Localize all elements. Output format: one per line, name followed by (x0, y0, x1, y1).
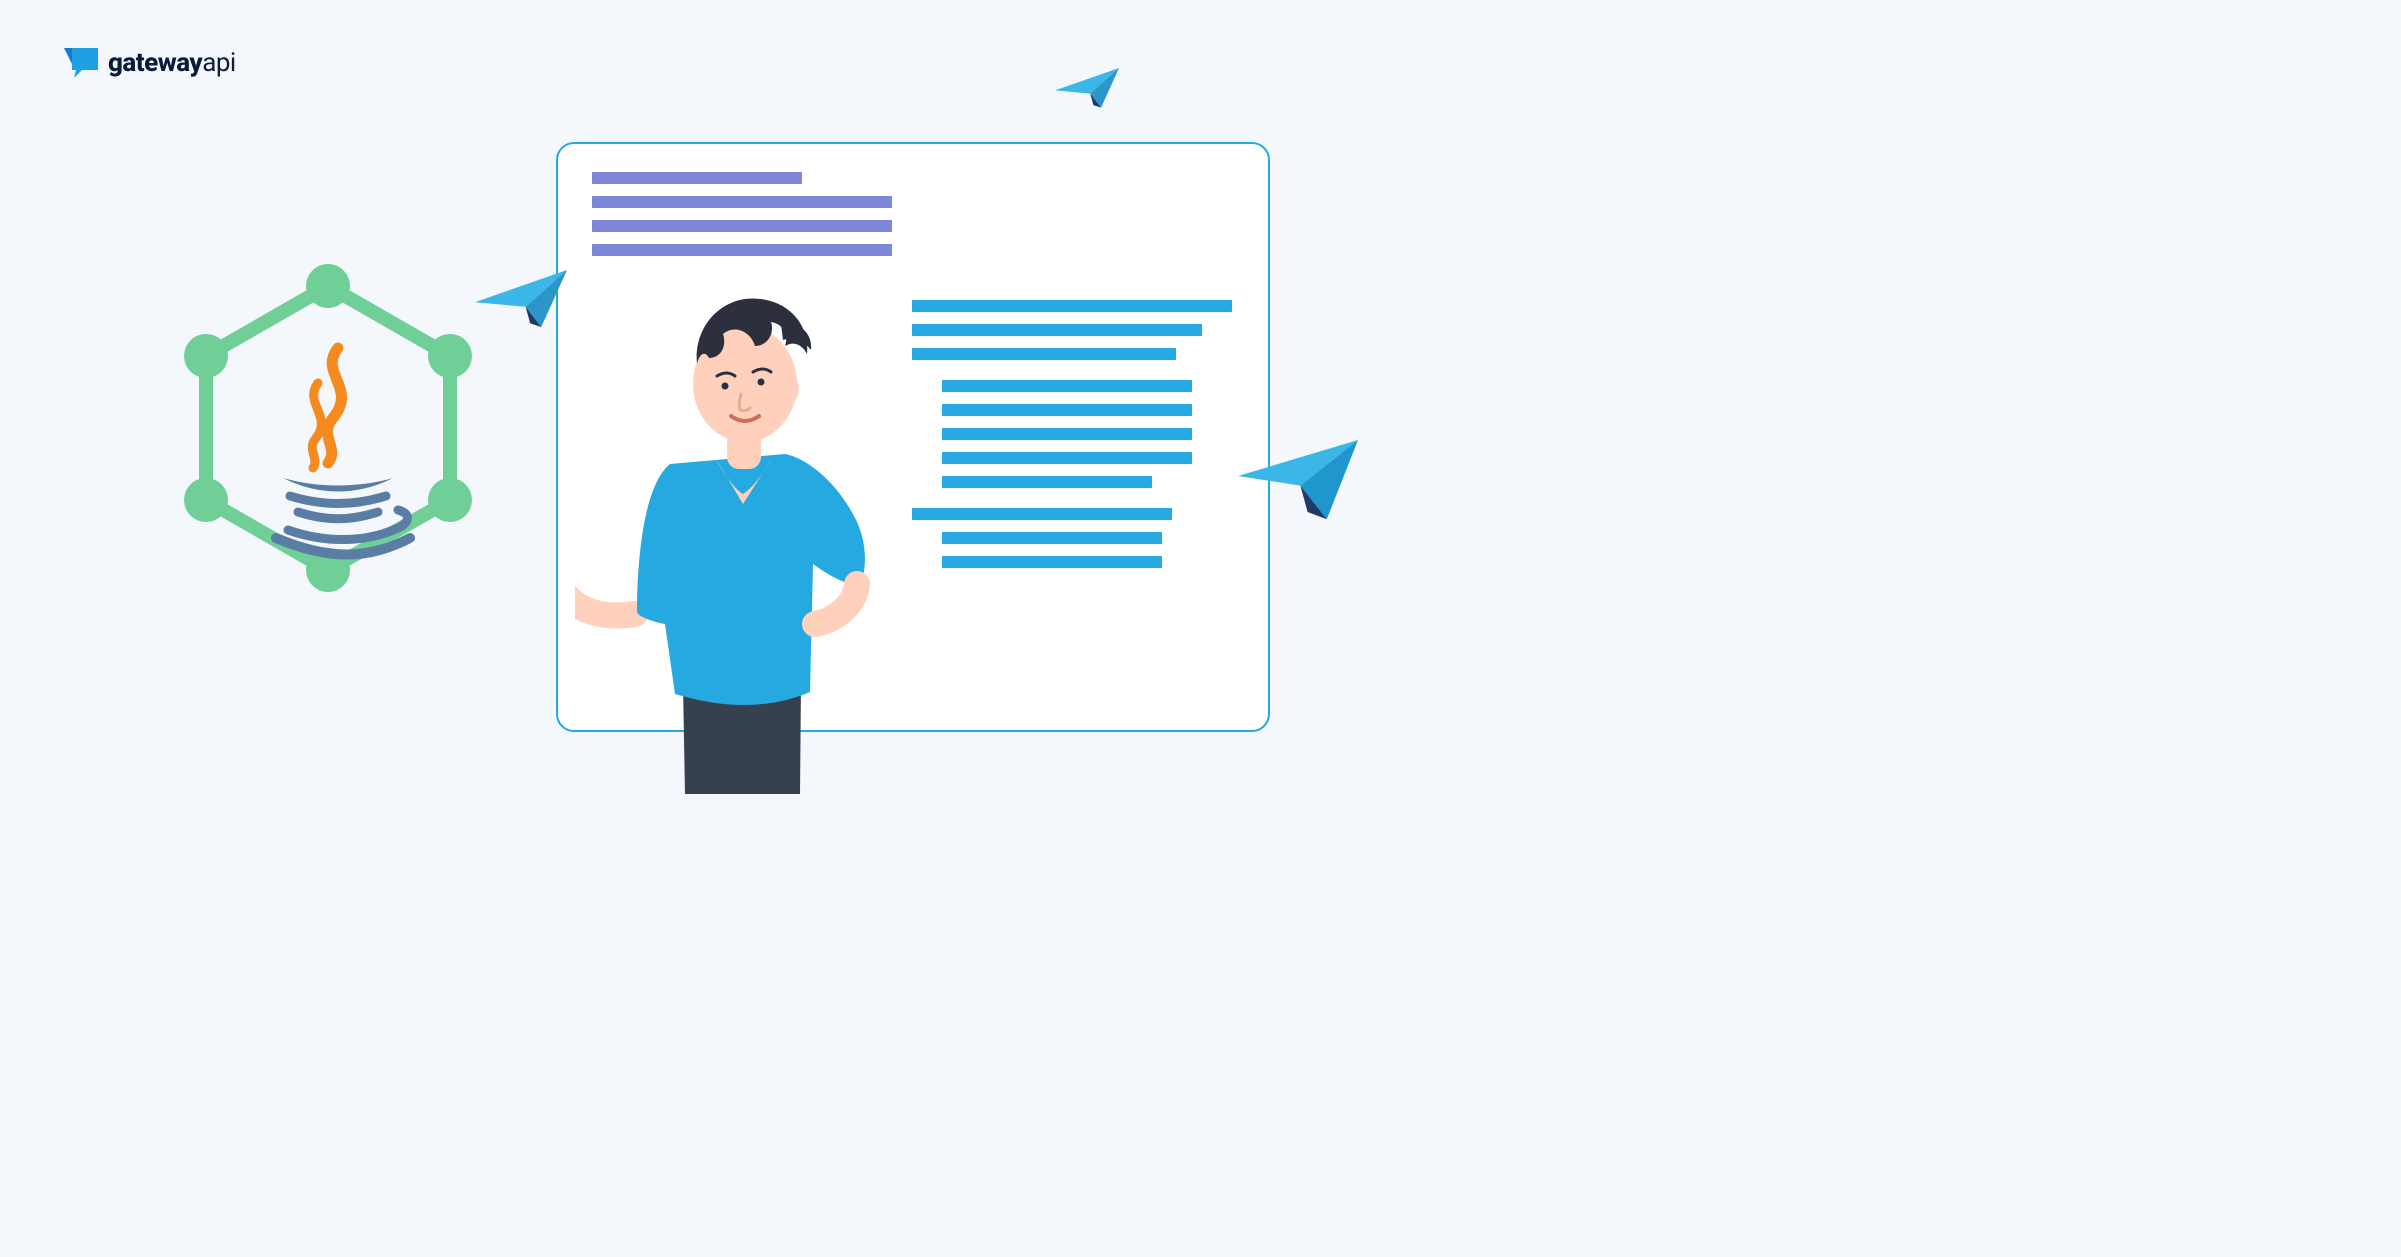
code-line (592, 172, 802, 184)
code-line (942, 532, 1162, 544)
paper-plane-icon (1238, 440, 1358, 528)
code-line (912, 508, 1172, 520)
code-line (912, 300, 1232, 312)
code-line (942, 556, 1162, 568)
code-line (942, 452, 1192, 464)
code-line (942, 476, 1152, 488)
code-line (942, 380, 1192, 392)
illustration-stage: gatewayapi (0, 0, 1500, 788)
code-block-purple (592, 172, 1234, 256)
logo-text-bold: gateway (108, 48, 202, 78)
java-hexagon-icon (178, 258, 478, 598)
code-line (592, 196, 892, 208)
code-line (942, 428, 1192, 440)
code-block-cyan (912, 508, 1234, 568)
gatewayapi-logo: gatewayapi (64, 48, 236, 78)
developer-person-icon (575, 254, 895, 794)
logo-text: gatewayapi (108, 48, 236, 78)
paper-plane-icon (1055, 68, 1119, 117)
logo-mark-icon (64, 48, 98, 78)
code-line (592, 220, 892, 232)
code-line (942, 404, 1192, 416)
code-line (912, 348, 1176, 360)
code-block-cyan (942, 380, 1234, 488)
code-block-cyan (912, 300, 1234, 360)
code-line (912, 324, 1202, 336)
logo-text-thin: api (202, 48, 236, 78)
paper-plane-icon (475, 270, 567, 338)
